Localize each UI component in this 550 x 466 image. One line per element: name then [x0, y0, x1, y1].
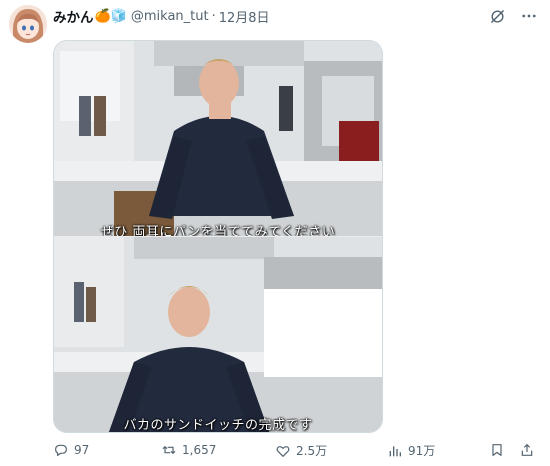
- header-actions: [488, 7, 538, 25]
- reply-icon: [55, 444, 67, 456]
- video-frame-2: バカのサンドイッチの完成です: [54, 237, 382, 432]
- separator: ·: [211, 8, 216, 24]
- heart-icon: [276, 445, 290, 457]
- like-button[interactable]: 2.5万: [275, 442, 327, 459]
- more-icon[interactable]: [520, 7, 538, 25]
- retweet-icon: [162, 445, 176, 455]
- tweet-actions: 97 1,657 2.5万 91万: [53, 442, 535, 462]
- view-count: 91万: [408, 444, 436, 458]
- retweet-count: 1,657: [182, 443, 217, 457]
- bookmark-button[interactable]: [489, 442, 505, 458]
- subtitle-2: バカのサンドイッチの完成です: [123, 418, 313, 432]
- reply-count: 97: [74, 443, 90, 457]
- timestamp[interactable]: 12月8日: [219, 7, 270, 26]
- tweet-media[interactable]: ぜひ 両耳にパンを当ててみてください バカのサンドイッチの完成です: [53, 40, 383, 433]
- grok-icon[interactable]: [488, 7, 506, 25]
- share-icon: [521, 443, 533, 456]
- kitchen-scene-1: [54, 41, 382, 236]
- avatar-image: [9, 5, 47, 43]
- like-count: 2.5万: [296, 444, 328, 458]
- retweet-button[interactable]: 1,657: [161, 442, 216, 458]
- avatar[interactable]: [9, 5, 47, 43]
- subtitle-1: ぜひ 両耳にパンを当ててみてください: [100, 225, 336, 236]
- user-handle[interactable]: @mikan_tut: [131, 9, 209, 24]
- video-frame-1: ぜひ 両耳にパンを当ててみてください: [54, 41, 382, 236]
- views-button[interactable]: 91万: [387, 442, 435, 459]
- name-emojis: 🍊🧊: [94, 8, 127, 24]
- bookmark-icon: [492, 444, 502, 456]
- tweet-header: みかん 🍊🧊 @mikan_tut · 12月8日: [53, 6, 270, 27]
- reply-button[interactable]: 97: [53, 442, 89, 458]
- tweet: みかん 🍊🧊 @mikan_tut · 12月8日 ぜひ 両耳にパンを当ててみて…: [0, 0, 550, 466]
- overlay-white-box: [264, 289, 382, 377]
- share-button[interactable]: [519, 442, 535, 458]
- views-icon: [389, 445, 401, 456]
- display-name[interactable]: みかん: [53, 6, 94, 26]
